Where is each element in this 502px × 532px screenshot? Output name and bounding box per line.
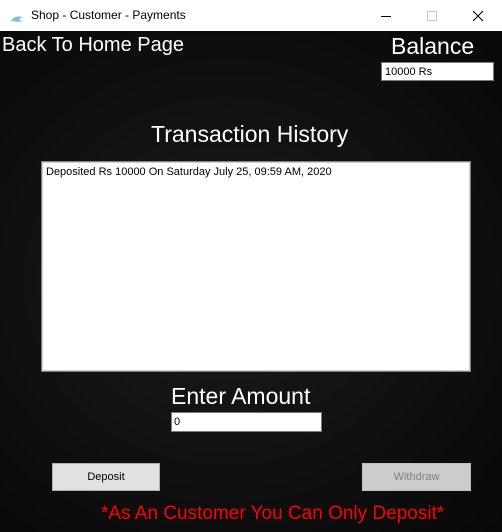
close-icon	[472, 10, 484, 22]
minimize-button[interactable]	[363, 0, 409, 31]
maximize-button	[409, 0, 455, 31]
deposit-button[interactable]: Deposit	[52, 463, 160, 491]
close-button[interactable]	[455, 0, 501, 31]
balance-field[interactable]	[381, 62, 494, 81]
withdraw-button: Withdraw	[362, 463, 471, 491]
back-to-home-link[interactable]: Back To Home Page	[2, 34, 184, 57]
payments-window: Shop - Customer - Payments Back To Home …	[0, 0, 502, 532]
payments-panel: Back To Home Page Balance Transaction Hi…	[0, 31, 502, 532]
transaction-history-title: Transaction History	[151, 121, 349, 147]
deposit-only-notice: *As An Customer You Can Only Deposit*	[101, 503, 445, 524]
amount-input[interactable]	[171, 412, 322, 432]
maximize-icon	[427, 11, 437, 21]
balance-label: Balance	[391, 33, 475, 59]
minimize-icon	[381, 16, 391, 17]
enter-amount-label: Enter Amount	[171, 383, 311, 409]
window-title: Shop - Customer - Payments	[31, 8, 186, 22]
transaction-history-list[interactable]: Deposited Rs 10000 On Saturday July 25, …	[41, 161, 471, 372]
title-bar[interactable]: Shop - Customer - Payments	[0, 0, 502, 31]
history-list-item[interactable]: Deposited Rs 10000 On Saturday July 25, …	[46, 165, 466, 180]
app-icon	[10, 11, 24, 22]
